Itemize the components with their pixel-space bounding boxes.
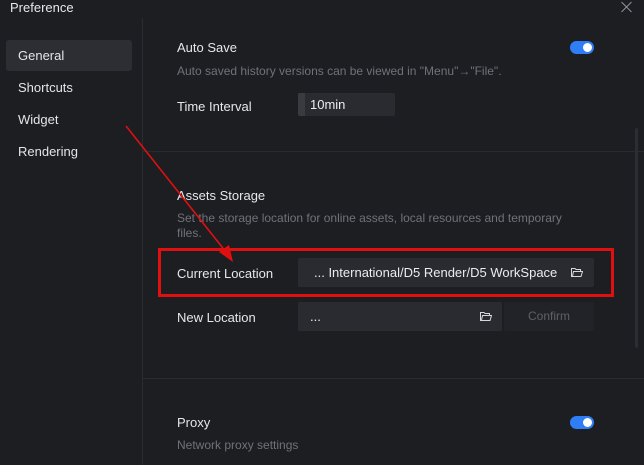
settings-panel: Auto Save Auto saved history versions ca… xyxy=(143,18,644,465)
current-location-value: ... International/D5 Render/D5 WorkSpace xyxy=(314,265,558,280)
sidebar-item-shortcuts[interactable]: Shortcuts xyxy=(6,72,132,103)
close-icon[interactable] xyxy=(620,0,634,14)
new-location-field[interactable]: ... xyxy=(298,302,502,331)
section-divider xyxy=(143,378,644,379)
time-interval-value: 10min xyxy=(310,97,346,112)
sidebar-item-widget[interactable]: Widget xyxy=(6,104,132,135)
current-location-field[interactable]: ... International/D5 Render/D5 WorkSpace xyxy=(298,258,594,287)
section-divider xyxy=(143,151,644,152)
sidebar: General Shortcuts Widget Rendering xyxy=(0,18,143,465)
new-location-value: ... xyxy=(310,309,321,324)
sidebar-item-general[interactable]: General xyxy=(6,40,132,71)
new-location-label: New Location xyxy=(177,310,256,325)
auto-save-toggle[interactable] xyxy=(570,41,594,54)
proxy-description: Network proxy settings xyxy=(177,438,299,452)
proxy-title: Proxy xyxy=(177,415,211,430)
proxy-toggle[interactable] xyxy=(570,416,594,429)
scrollbar[interactable] xyxy=(635,128,638,348)
time-interval-input[interactable]: 10min xyxy=(298,93,395,116)
assets-storage-description-line1: Set the storage location for online asse… xyxy=(177,211,562,225)
assets-storage-description-line2: files. xyxy=(177,226,202,240)
auto-save-title: Auto Save xyxy=(177,40,237,55)
window-title: Preference xyxy=(10,0,74,15)
assets-storage-title: Assets Storage xyxy=(177,188,266,203)
title-bar: Preference xyxy=(0,0,644,18)
sidebar-item-rendering[interactable]: Rendering xyxy=(6,136,132,167)
folder-open-icon[interactable] xyxy=(480,312,492,321)
time-interval-label: Time Interval xyxy=(177,99,252,114)
folder-open-icon[interactable] xyxy=(571,268,583,277)
auto-save-description: Auto saved history versions can be viewe… xyxy=(177,64,502,78)
current-location-label: Current Location xyxy=(177,266,274,281)
confirm-button[interactable]: Confirm xyxy=(504,302,594,331)
